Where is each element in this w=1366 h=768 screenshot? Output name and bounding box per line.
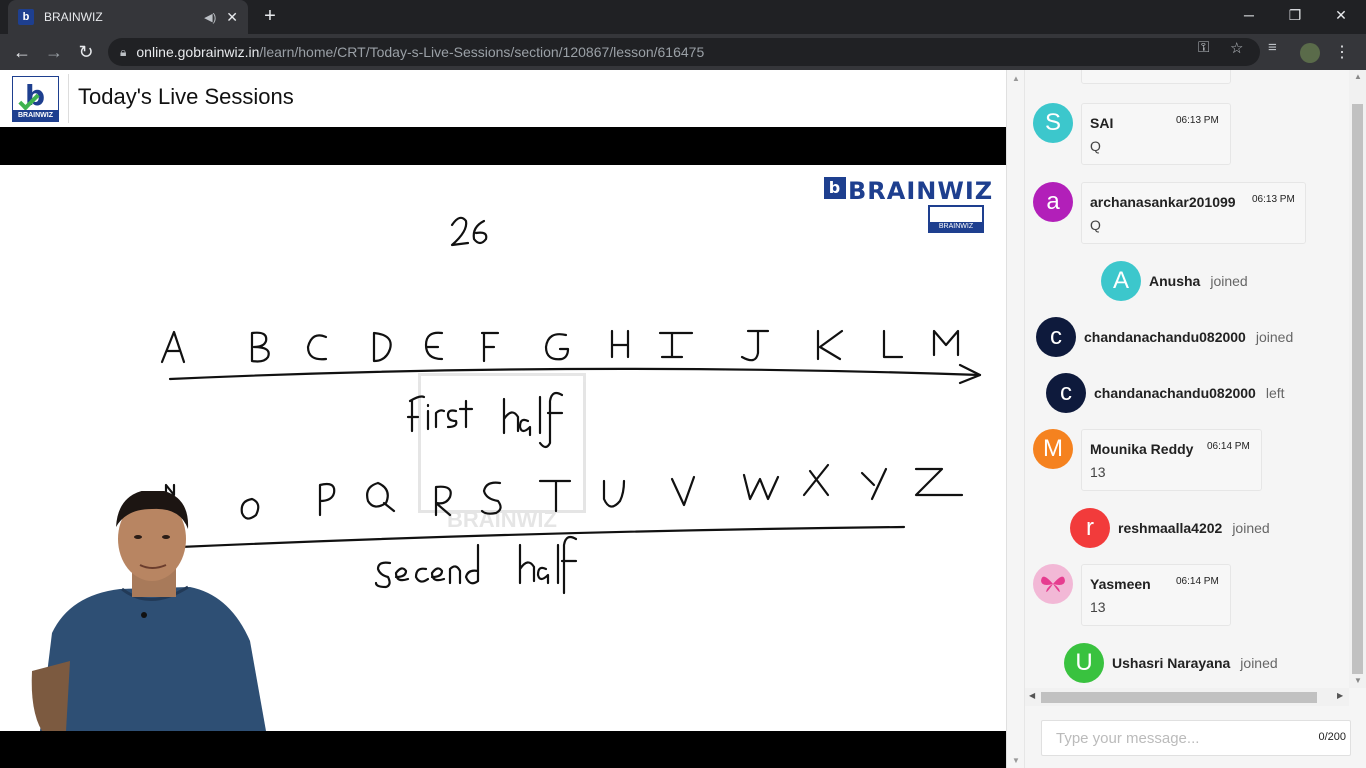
message-time: 06:14 PM xyxy=(1176,576,1219,587)
reload-icon[interactable]: ↻ xyxy=(74,40,98,64)
event-action: joined xyxy=(1255,329,1294,345)
profile-avatar[interactable] xyxy=(1300,43,1320,63)
message-text: 13 xyxy=(1090,599,1106,615)
scrollbar-thumb[interactable] xyxy=(1352,104,1363,674)
chat-event: c chandanachandu082000 joined xyxy=(1036,317,1293,357)
scroll-right-icon[interactable]: ▶ xyxy=(1337,691,1343,700)
chat-event: U Ushasri Narayana joined xyxy=(1064,643,1278,683)
sender-name: Yasmeen xyxy=(1090,576,1151,592)
close-icon[interactable]: ✕ xyxy=(1318,0,1364,30)
event-user: chandanachandu082000 xyxy=(1094,385,1256,401)
message-text: 13 xyxy=(1090,464,1106,480)
page: b BRAINWIZ Today's Live Sessions BRAINWI… xyxy=(0,70,1366,768)
forward-icon[interactable]: → xyxy=(42,40,66,64)
brainwiz-logo[interactable]: b BRAINWIZ xyxy=(12,76,59,122)
whiteboard: BRAINWIZ b BRAINWIZ BRAINWIZ xyxy=(0,165,1006,731)
chat-event: c chandanachandu082000 left xyxy=(1046,373,1285,413)
key-icon[interactable]: ⚿ xyxy=(1198,39,1209,56)
favicon-icon: b xyxy=(18,9,34,25)
address-bar[interactable]: 🔒︎ online.gobrainwiz.in/learn/home/CRT/T… xyxy=(108,38,1260,66)
lock-icon[interactable]: 🔒︎ xyxy=(120,45,126,60)
star-icon[interactable]: ☆ xyxy=(1230,39,1243,57)
chat-horizontal-scrollbar[interactable]: ◀ ▶ xyxy=(1025,688,1349,706)
event-user: reshmaalla4202 xyxy=(1118,520,1223,536)
scroll-up-icon[interactable]: ▲ xyxy=(1354,72,1362,81)
message-time: 06:13 PM xyxy=(1252,194,1295,205)
message-text: Q xyxy=(1090,217,1101,233)
avatar: S xyxy=(1033,103,1073,143)
avatar: c xyxy=(1046,373,1086,413)
url-domain: online.gobrainwiz.in xyxy=(136,44,260,60)
browser-tab-bar: b BRAINWIZ ◀) ✕ + ─ ❐ ✕ xyxy=(0,0,1366,34)
browser-tab[interactable]: b BRAINWIZ ◀) ✕ xyxy=(8,0,248,34)
header-divider xyxy=(68,74,69,123)
message-text: Q xyxy=(1090,138,1101,154)
sender-name: Mounika Reddy xyxy=(1090,441,1194,457)
event-action: joined xyxy=(1240,655,1278,671)
event-user: Anusha xyxy=(1149,273,1201,289)
sender-name: SAI xyxy=(1090,115,1114,131)
event-user: Ushasri Narayana xyxy=(1112,655,1231,671)
avatar: M xyxy=(1033,429,1073,469)
scroll-down-icon[interactable]: ▼ xyxy=(1354,676,1362,685)
browser-toolbar: ← → ↻ 🔒︎ online.gobrainwiz.in/learn/home… xyxy=(0,34,1366,70)
presenter-video xyxy=(31,491,266,731)
avatar: r xyxy=(1070,508,1110,548)
message-bubble: Yasmeen 06:14 PM 13 xyxy=(1081,564,1231,626)
message-bubble: SAI 06:13 PM Q xyxy=(1081,103,1231,165)
chat-panel: ▲ ▼ S SAI 06:13 PM Q a archanasankar2010… xyxy=(1006,70,1366,768)
event-user: chandanachandu082000 xyxy=(1084,329,1246,345)
scroll-down-icon[interactable]: ▼ xyxy=(1012,756,1020,765)
tab-close-icon[interactable]: ✕ xyxy=(226,9,238,26)
character-counter: 0/200 xyxy=(1318,731,1346,743)
chat-messages: S SAI 06:13 PM Q a archanasankar201099 0… xyxy=(1025,70,1349,688)
event-action: joined xyxy=(1232,520,1270,536)
page-title: Today's Live Sessions xyxy=(78,84,294,109)
avatar: c xyxy=(1036,317,1076,357)
chat-left-scrollbar[interactable]: ▲ ▼ xyxy=(1007,70,1025,768)
chat-vertical-scrollbar[interactable]: ▲ ▼ xyxy=(1349,70,1366,688)
message-time: 06:13 PM xyxy=(1176,115,1219,126)
back-icon[interactable]: ← xyxy=(10,40,34,64)
chat-event: r reshmaalla4202 joined xyxy=(1070,508,1270,548)
message-bubble-clipped xyxy=(1081,70,1231,84)
media-icon[interactable]: ≡ xyxy=(1268,39,1277,56)
new-tab-button[interactable]: + xyxy=(258,4,282,28)
tab-title: BRAINWIZ xyxy=(44,10,103,24)
avatar: A xyxy=(1101,261,1141,301)
logo-text: BRAINWIZ xyxy=(13,110,58,121)
scrollbar-thumb[interactable] xyxy=(1041,692,1317,703)
message-bubble: Mounika Reddy 06:14 PM 13 xyxy=(1081,429,1262,491)
message-bubble: archanasankar201099 06:13 PM Q xyxy=(1081,182,1306,244)
video-player[interactable]: BRAINWIZ b BRAINWIZ BRAINWIZ xyxy=(0,127,1006,768)
minimize-icon[interactable]: ─ xyxy=(1226,0,1272,30)
avatar: U xyxy=(1064,643,1104,683)
url-path: /learn/home/CRT/Today-s-Live-Sessions/se… xyxy=(259,44,705,60)
avatar: a xyxy=(1033,182,1073,222)
scroll-left-icon[interactable]: ◀ xyxy=(1029,691,1035,700)
restore-icon[interactable]: ❐ xyxy=(1272,0,1318,30)
sender-name: archanasankar201099 xyxy=(1090,194,1236,210)
speaker-icon[interactable]: ◀) xyxy=(204,11,216,24)
menu-icon[interactable]: ⋮ xyxy=(1334,42,1350,62)
chat-event: A Anusha joined xyxy=(1101,261,1248,301)
event-action: left xyxy=(1265,385,1285,401)
event-action: joined xyxy=(1210,273,1248,289)
scroll-up-icon[interactable]: ▲ xyxy=(1012,74,1020,83)
message-time: 06:14 PM xyxy=(1207,441,1250,452)
site-header: b BRAINWIZ Today's Live Sessions xyxy=(0,70,1006,127)
message-composer: 0/200 xyxy=(1041,720,1351,756)
butterfly-avatar-icon xyxy=(1033,564,1073,604)
message-input[interactable] xyxy=(1042,721,1302,755)
